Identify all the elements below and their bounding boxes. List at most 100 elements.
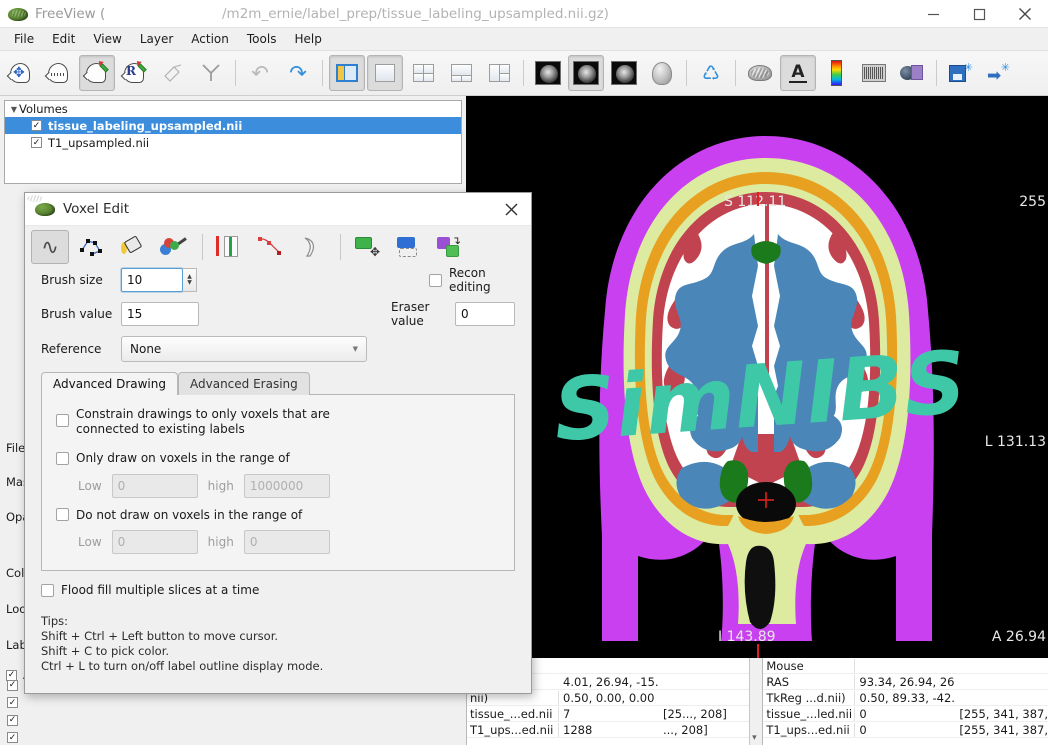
label-checkbox[interactable]: ✓ [7, 714, 18, 726]
maximize-button[interactable] [956, 0, 1002, 28]
save-volume-icon[interactable]: ✳ [943, 55, 979, 91]
label-checkbox[interactable]: ✓ [7, 732, 18, 743]
mouse-row-extra: [255, 341, 387, [959, 706, 1048, 721]
image-view[interactable]: SimNIBS S 112.11 255 L 131.13 I 143.89 A… [466, 96, 1048, 658]
label-checkbox[interactable]: ✓ [7, 697, 18, 708]
voxel-edit-icon[interactable] [79, 55, 115, 91]
move-tool[interactable]: ✥ [348, 230, 386, 264]
navigate-icon[interactable]: ✥ [3, 55, 39, 91]
menu-layer[interactable]: Layer [131, 30, 182, 48]
layout-1and3-side-icon[interactable] [481, 55, 517, 91]
layout-2x2-icon[interactable] [405, 55, 441, 91]
mouse-row-value: 0 [859, 722, 867, 737]
fill-tool[interactable] [113, 230, 151, 264]
reference-select[interactable]: None ▼ [121, 336, 367, 362]
flood-fill-checkbox[interactable]: Flood fill multiple slices at a time [41, 583, 259, 597]
cursor-row-value: 0.50, 0.00, 0.00 [563, 690, 655, 705]
menu-action[interactable]: Action [182, 30, 238, 48]
table-row: tissue_...ed.nii 7 [25..., 208] [467, 706, 750, 722]
only-draw-range-checkbox[interactable]: Only draw on voxels in the range of [56, 451, 290, 465]
menu-tools[interactable]: Tools [238, 30, 286, 48]
contour-tool[interactable] [251, 230, 289, 264]
brush-size-input[interactable] [121, 268, 183, 292]
volumes-header[interactable]: ▼ Volumes [5, 101, 461, 117]
volume-visibility-checkbox[interactable]: ✓ [31, 120, 42, 131]
roi-edit-icon[interactable] [155, 55, 191, 91]
time-course-icon[interactable] [856, 55, 892, 91]
volumes-header-label: Volumes [19, 102, 68, 116]
screenshot-icon[interactable] [894, 55, 930, 91]
layout-1x1-icon[interactable] [367, 55, 403, 91]
volume-item-tissue-labeling[interactable]: ✓ tissue_labeling_upsampled.nii [5, 117, 461, 134]
goto-point-icon[interactable]: ➡ ✳ [981, 55, 1017, 91]
show-labels-icon[interactable]: A [780, 55, 816, 91]
flood-fill-box[interactable] [41, 583, 54, 597]
volume-item-label: T1_upsampled.nii [48, 135, 150, 150]
layout-1and3-icon[interactable] [443, 55, 479, 91]
chevron-down-icon[interactable]: ▼ [353, 345, 358, 353]
menu-help[interactable]: Help [285, 30, 330, 48]
brush-size-stepper[interactable]: ▲ ▼ [183, 268, 197, 292]
mouse-row-value: 93.34, 26.94, 26.77 [859, 674, 955, 689]
axial-view-icon[interactable] [606, 55, 642, 91]
only-draw-range-box[interactable] [56, 451, 69, 465]
measure-icon[interactable] [41, 55, 77, 91]
only-draw-low-input[interactable] [111, 473, 198, 498]
chevron-down-icon[interactable]: ▼ [9, 105, 19, 114]
tab-advanced-drawing[interactable]: Advanced Drawing [41, 372, 178, 395]
not-draw-range-box[interactable] [56, 508, 69, 521]
table-row: RAS 93.34, 26.94, 26.77 [763, 674, 1048, 690]
menu-edit[interactable]: Edit [43, 30, 84, 48]
app-title: FreeView ( [35, 5, 106, 22]
dialog-title: Voxel Edit [63, 201, 130, 217]
coronal-view-icon[interactable] [568, 55, 604, 91]
menu-file[interactable]: File [5, 30, 43, 48]
table-row: T1_ups...ed.nii 0 [255, 341, 387, [763, 722, 1048, 738]
cursor-row-value: 1288 [563, 722, 593, 737]
color-picker-tool[interactable] [154, 230, 192, 264]
dialog-close-button[interactable] [491, 193, 531, 226]
not-draw-high-input[interactable] [243, 530, 330, 554]
show-surfaces-icon[interactable] [742, 55, 778, 91]
brush-value-input[interactable] [121, 302, 199, 326]
volume-visibility-checkbox[interactable]: ✓ [31, 137, 42, 148]
tab-advanced-erasing[interactable]: Advanced Erasing [178, 372, 310, 395]
not-draw-low-input[interactable] [111, 530, 198, 554]
undo-icon[interactable]: ↶ [242, 55, 278, 91]
constrain-drawings-checkbox[interactable]: Constrain drawings to only voxels that a… [56, 407, 396, 437]
shape-tool[interactable] [292, 230, 330, 264]
table-row: tissue_...led.nii 0 [255, 341, 387, [763, 706, 1048, 722]
clone-tool[interactable] [389, 230, 427, 264]
show-panel-icon[interactable] [329, 55, 365, 91]
recolor-tool[interactable]: ↴ [430, 230, 468, 264]
only-draw-high-input[interactable] [243, 473, 330, 498]
polyline-tool[interactable] [72, 230, 110, 264]
reference-row: Reference None ▼ [41, 336, 515, 362]
mouse-row-name: tissue_...led.nii [763, 706, 856, 721]
sagittal-view-icon[interactable] [530, 55, 566, 91]
only-draw-range-inputs: Low high [78, 473, 500, 498]
brain-slice-render: SimNIBS [466, 96, 1048, 658]
label-checkbox[interactable]: ✓ [7, 679, 18, 691]
recon-edit-icon[interactable]: R [117, 55, 153, 91]
tips-line-2: Shift + C to pick color. [41, 643, 170, 658]
recon-editing-checkbox[interactable]: Recon editing [429, 266, 515, 294]
minimize-button[interactable] [910, 0, 956, 28]
3d-view-icon[interactable] [644, 55, 680, 91]
eraser-value-input[interactable] [455, 302, 515, 326]
not-draw-range-checkbox[interactable]: Do not draw on voxels in the range of [56, 508, 302, 522]
cursor-panel-scrollbar[interactable] [749, 658, 763, 745]
recon-editing-box[interactable] [429, 273, 442, 287]
volume-item-t1[interactable]: ✓ T1_upsampled.nii [5, 134, 461, 151]
point-set-edit-icon[interactable] [193, 55, 229, 91]
redo-icon[interactable]: ↷ [280, 55, 316, 91]
livewire-tool[interactable] [210, 230, 248, 264]
color-scale-icon[interactable] [818, 55, 854, 91]
menu-view[interactable]: View [84, 30, 130, 48]
close-button[interactable] [1002, 0, 1048, 28]
dialog-separator-1 [202, 234, 203, 260]
freehand-tool[interactable]: ∿ [31, 230, 69, 264]
refresh-icon[interactable]: ♺ [693, 55, 729, 91]
constrain-drawings-box[interactable] [56, 414, 69, 427]
cursor-row-name: tissue_...ed.nii [467, 706, 559, 721]
